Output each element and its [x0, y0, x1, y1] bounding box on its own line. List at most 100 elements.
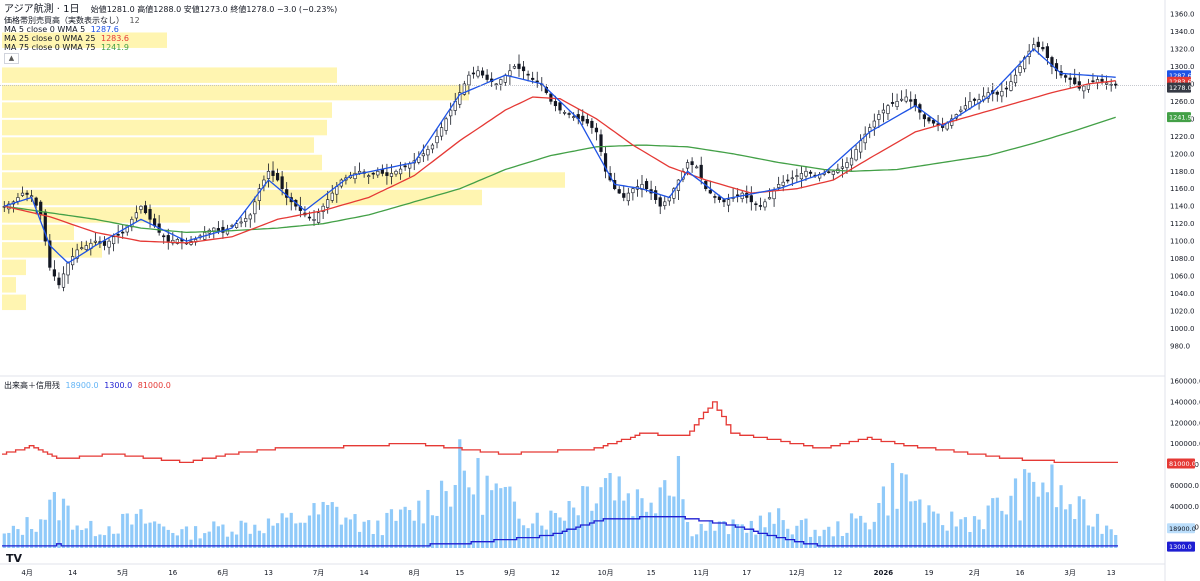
- candle-body: [426, 149, 430, 156]
- volume-bar: [590, 510, 594, 548]
- candle-body: [84, 245, 88, 250]
- volume-bar: [553, 512, 558, 548]
- volume-bar: [786, 528, 790, 548]
- volume-bar: [521, 525, 526, 548]
- candle-body: [1013, 74, 1018, 84]
- time-tick-label: 9月: [504, 569, 515, 577]
- volume-bar: [631, 516, 635, 548]
- candle-body: [271, 170, 275, 176]
- time-tick-label: 14: [68, 569, 77, 577]
- price-tick-label: 1160.0: [1170, 185, 1195, 193]
- candle-body: [931, 119, 936, 124]
- volume-bar: [412, 520, 416, 548]
- candle-body: [61, 273, 66, 288]
- volume-bar: [490, 490, 494, 548]
- volume-bar: [289, 512, 293, 548]
- volume-bar: [886, 515, 890, 548]
- close-label: 終値: [230, 5, 247, 14]
- candle-body: [521, 66, 526, 72]
- volume-bar: [672, 496, 676, 548]
- volume-bar: [699, 523, 703, 548]
- volume-bar: [667, 495, 671, 548]
- chevron-up-icon[interactable]: ▲: [4, 53, 19, 64]
- candle-body: [34, 197, 38, 206]
- volume-bar: [795, 525, 799, 548]
- candle-body: [112, 236, 116, 245]
- volume-bar: [913, 500, 917, 548]
- volume-bar: [1077, 496, 1081, 548]
- volume-bar: [758, 515, 763, 548]
- candle-body: [877, 114, 881, 120]
- volume-bar: [799, 520, 804, 548]
- candle-body: [253, 201, 257, 215]
- margin-buy-tag: 81000.0: [1169, 460, 1196, 468]
- volume-bar: [266, 518, 271, 548]
- volume-bar: [941, 525, 945, 548]
- volume-bar: [713, 530, 717, 548]
- candle-body: [685, 162, 690, 169]
- candle-body: [80, 247, 84, 250]
- ma25-label: MA 25 close 0 WMA 25: [4, 34, 96, 43]
- candle-body: [695, 166, 699, 169]
- volume-tick-label: 140000.0: [1170, 398, 1200, 406]
- candle-body: [494, 83, 498, 86]
- volume-bar: [125, 513, 129, 548]
- volume-bar: [562, 520, 567, 548]
- candle-body: [849, 157, 854, 166]
- volume-bar: [790, 534, 794, 548]
- time-tick-label: 3月: [1064, 569, 1075, 577]
- volume-bar: [449, 506, 453, 548]
- volume-bar: [836, 521, 840, 548]
- volume-bar: [426, 489, 430, 548]
- time-tick-label: 16: [168, 569, 177, 577]
- candle-body: [1004, 87, 1008, 90]
- candle-body: [485, 74, 489, 80]
- candle-body: [57, 277, 61, 286]
- time-tick-label: 2月: [969, 569, 980, 577]
- candle-body: [895, 101, 899, 107]
- volume-bar: [316, 514, 321, 548]
- volume-bar: [708, 521, 712, 548]
- symbol-name[interactable]: アジア航測 · 1日: [4, 4, 80, 15]
- ma75-label: MA 75 close 0 WMA 75: [4, 43, 96, 52]
- volume-profile-bar: [2, 277, 16, 293]
- volume-bar: [1086, 525, 1090, 548]
- time-tick-label: 19: [925, 569, 934, 577]
- volume-bar: [767, 512, 772, 548]
- volume-bar: [139, 509, 143, 548]
- volume-bar: [330, 502, 334, 548]
- candle-body: [654, 190, 658, 200]
- tradingview-logo[interactable]: TV: [6, 552, 22, 565]
- volume-profile-bar: [2, 84, 469, 101]
- volume-bar: [430, 515, 435, 548]
- volume-bar: [640, 498, 644, 548]
- volume-bar: [781, 520, 785, 548]
- margin-sell-tag: 1300.0: [1169, 543, 1192, 551]
- price-tick-label: 1100.0: [1170, 238, 1195, 246]
- chart-canvas: 1360.01340.01320.01300.01280.01260.01240…: [0, 0, 1200, 581]
- time-tick-label: 16: [1016, 569, 1025, 577]
- volume-bar: [307, 515, 312, 548]
- volume-bar: [398, 509, 403, 548]
- volume-bar: [403, 506, 407, 548]
- volume-bar: [622, 500, 626, 548]
- candle-body: [449, 109, 453, 117]
- volume-bar: [294, 523, 298, 548]
- volume-bar: [121, 513, 125, 548]
- volume-legend[interactable]: 出来高＋信用残 18900.0 1300.0 81000.0: [4, 381, 171, 391]
- volume-bar: [362, 521, 366, 548]
- candle-body: [357, 170, 362, 174]
- volume-bar: [1082, 499, 1086, 548]
- price-tick-label: 1000.0: [1170, 325, 1195, 333]
- candle-body: [148, 209, 152, 220]
- candle-body: [872, 120, 876, 128]
- volume-bar: [681, 499, 685, 548]
- candle-body: [736, 194, 740, 197]
- candle-body: [799, 173, 804, 180]
- change-value: −3.0 (−0.23%): [276, 5, 338, 14]
- volume-bar: [1105, 525, 1109, 548]
- candle-body: [439, 127, 444, 137]
- volume-bar: [1050, 464, 1054, 548]
- time-tick-label: 6月: [217, 569, 228, 577]
- ma75-legend[interactable]: MA 75 close 0 WMA 75 1241.9: [4, 43, 129, 53]
